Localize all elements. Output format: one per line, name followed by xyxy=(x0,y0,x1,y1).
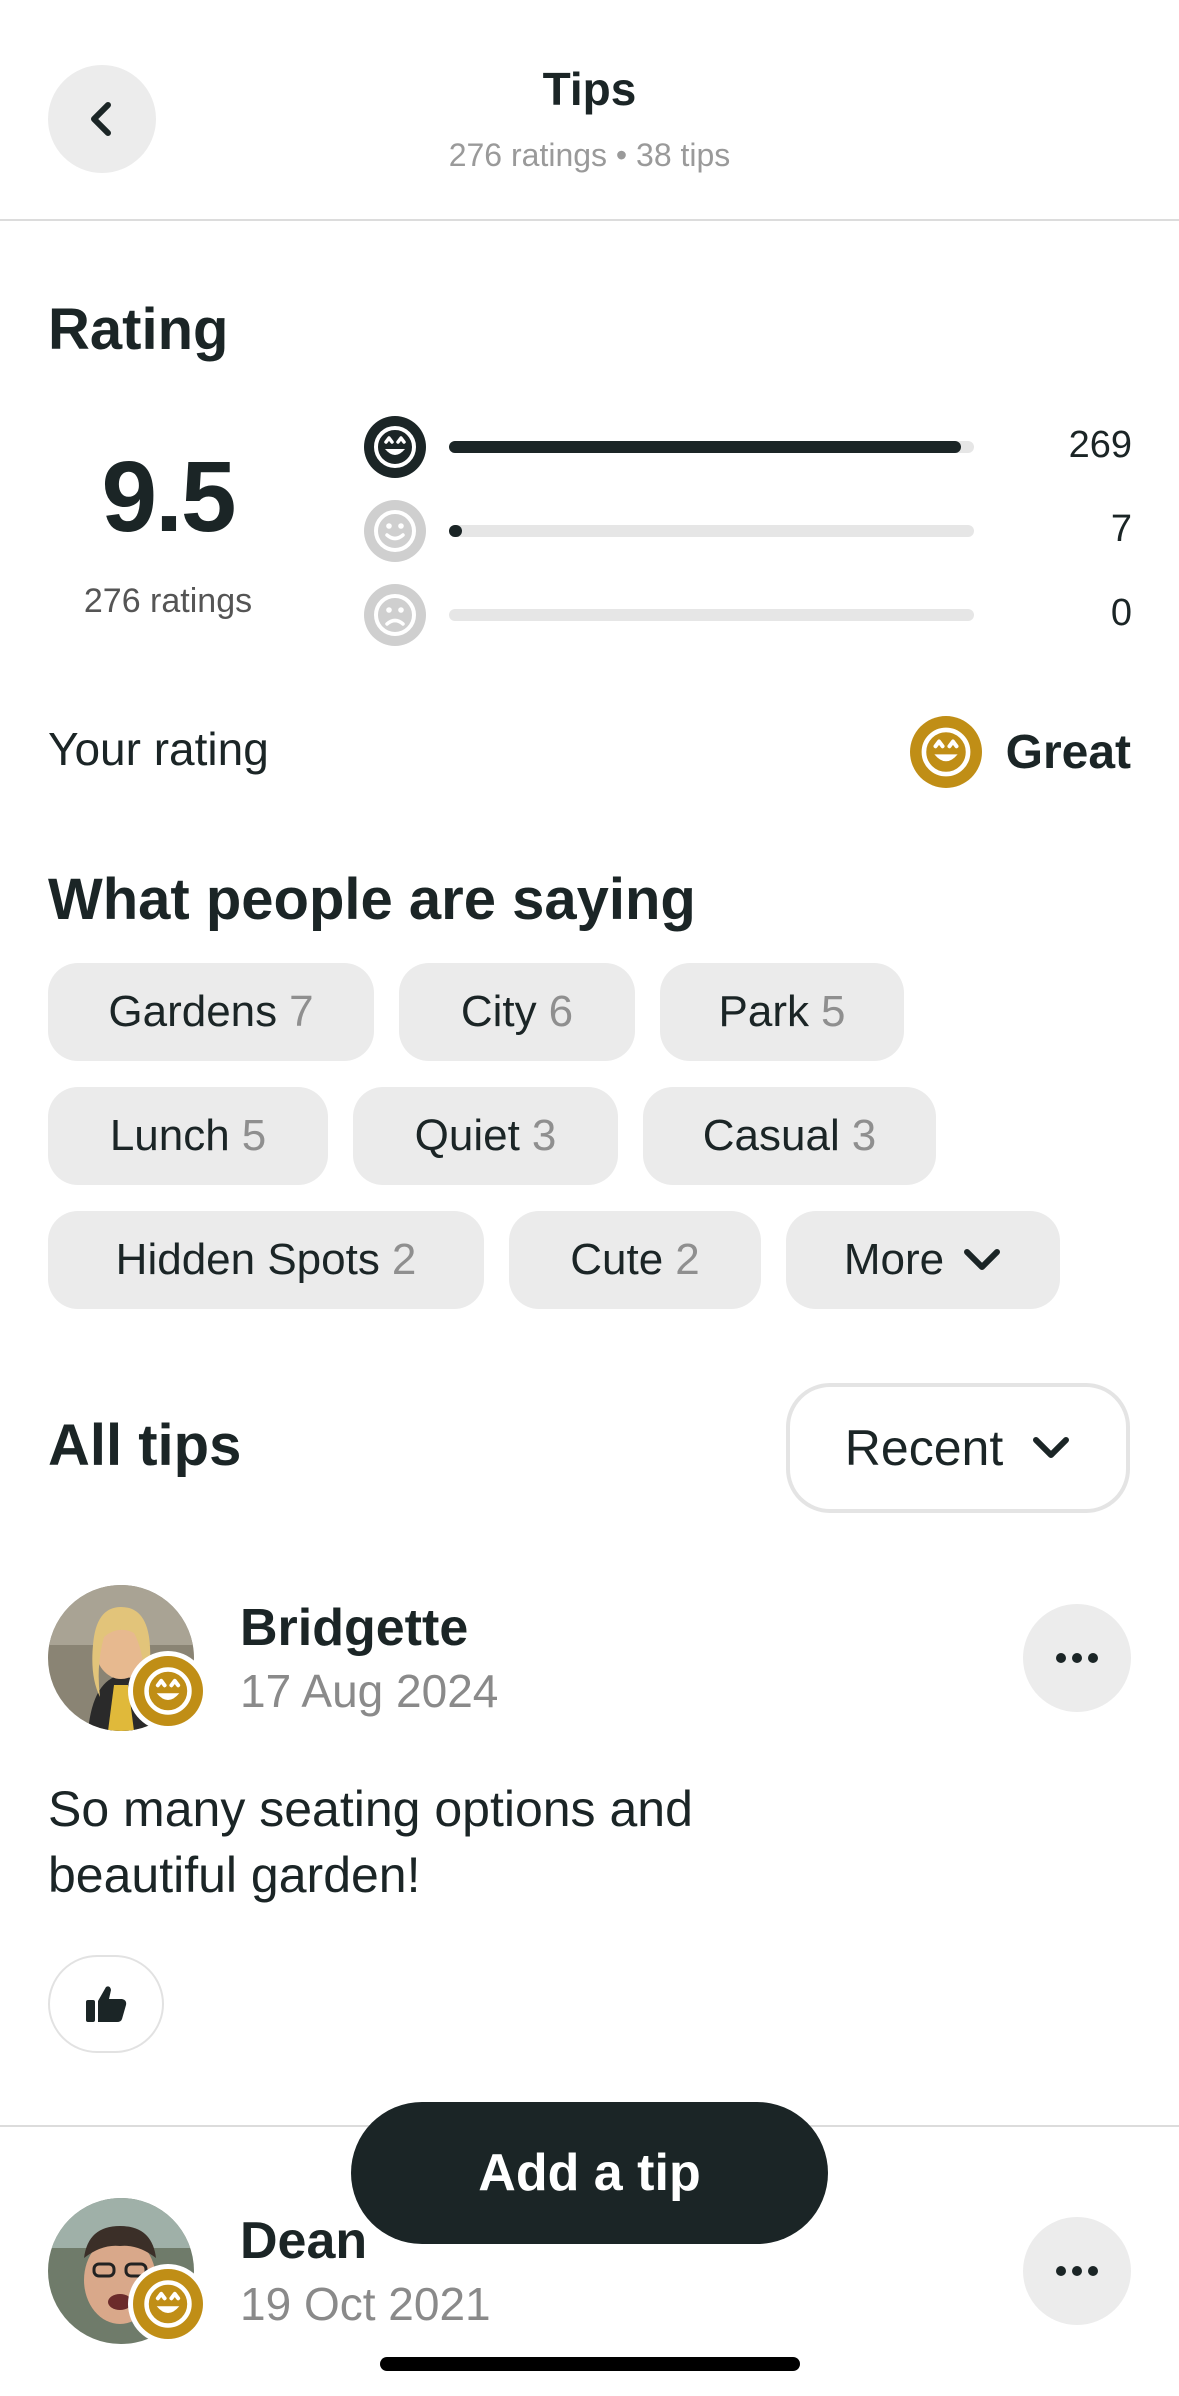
rating-bar-fill xyxy=(449,525,463,537)
chip-casual[interactable]: Casual 3 xyxy=(643,1087,936,1185)
chip-cute[interactable]: Cute 2 xyxy=(509,1211,761,1309)
avatar-rating-badge xyxy=(128,1651,208,1731)
rating-count-great: 269 xyxy=(1068,424,1132,466)
tip-date: 19 Oct 2021 xyxy=(240,2278,491,2330)
chip-count: 2 xyxy=(391,1235,417,1284)
chip-label: Casual xyxy=(702,1111,840,1160)
rating-row-great: 269 xyxy=(364,416,1132,478)
chip-city[interactable]: City 6 xyxy=(399,963,635,1061)
chip-hidden-spots[interactable]: Hidden Spots 2 xyxy=(48,1211,484,1309)
tip-text: So many seating options and beautiful ga… xyxy=(48,1781,693,1903)
chip-label: Gardens xyxy=(108,987,278,1036)
add-tip-button[interactable]: Add a tip xyxy=(351,2102,828,2244)
home-indicator[interactable] xyxy=(380,2357,800,2371)
page-title: Tips xyxy=(542,63,637,115)
your-rating-value[interactable]: Great xyxy=(909,716,1131,788)
more-horizontal-icon xyxy=(1056,2266,1098,2276)
your-rating-text: Great xyxy=(1005,725,1131,779)
chip-count: 6 xyxy=(548,987,574,1036)
great-face-icon xyxy=(133,1656,203,1726)
chip-count: 3 xyxy=(531,1111,557,1160)
okay-face-icon xyxy=(364,500,426,562)
page-subtitle: 276 ratings • 38 tips xyxy=(448,137,731,173)
chip-label: Hidden Spots xyxy=(115,1235,380,1284)
tip-more-button[interactable] xyxy=(1023,2217,1131,2325)
chip-count: 5 xyxy=(241,1111,267,1160)
rating-row-okay: 7 xyxy=(364,500,1132,562)
tip-date: 17 Aug 2024 xyxy=(240,1665,499,1717)
ratings-count: 276 ratings xyxy=(83,582,253,620)
tip-author-name[interactable]: Bridgette xyxy=(240,1598,468,1658)
tip-author-name[interactable]: Dean xyxy=(240,2211,367,2271)
chip-label: Cute xyxy=(570,1235,664,1284)
rating-row-bad: 0 xyxy=(364,584,1132,646)
saying-section-title: What people are saying xyxy=(48,867,696,932)
sort-dropdown[interactable]: Recent xyxy=(786,1383,1130,1513)
bad-face-icon xyxy=(364,584,426,646)
great-face-icon xyxy=(133,2269,203,2339)
chip-label: Park xyxy=(718,987,809,1036)
chip-gardens[interactable]: Gardens 7 xyxy=(48,963,374,1061)
more-chips-button[interactable]: More xyxy=(786,1211,1060,1309)
more-horizontal-icon xyxy=(1056,1653,1098,1663)
rating-bar-track xyxy=(449,609,974,621)
chip-label: Lunch xyxy=(109,1111,230,1160)
chevron-down-icon xyxy=(1033,1437,1070,1458)
rating-section-title: Rating xyxy=(48,297,229,362)
chip-label: Quiet xyxy=(414,1111,520,1160)
chip-lunch[interactable]: Lunch 5 xyxy=(48,1087,328,1185)
chip-label: City xyxy=(460,987,537,1036)
avatar-rating-badge xyxy=(128,2264,208,2344)
sort-label: Recent xyxy=(844,1420,1004,1476)
your-rating-label: Your rating xyxy=(48,723,269,775)
rating-bar-track xyxy=(449,525,974,537)
chip-count: 2 xyxy=(675,1235,700,1284)
rating-bar-fill xyxy=(449,441,961,453)
like-button[interactable] xyxy=(48,1955,164,2053)
rating-bar-track xyxy=(449,441,974,453)
thumbs-up-icon xyxy=(86,1986,127,2022)
header-bar: Tips 276 ratings • 38 tips xyxy=(0,0,1179,221)
tip-more-button[interactable] xyxy=(1023,1604,1131,1712)
great-face-icon xyxy=(909,716,982,788)
rating-count-okay: 7 xyxy=(1110,508,1132,550)
chevron-down-icon xyxy=(964,1249,1001,1270)
more-label: More xyxy=(843,1235,945,1284)
rating-count-bad: 0 xyxy=(1110,592,1132,634)
chip-count: 5 xyxy=(821,987,846,1036)
chip-quiet[interactable]: Quiet 3 xyxy=(353,1087,618,1185)
chip-count: 7 xyxy=(289,987,314,1036)
chip-count: 3 xyxy=(851,1111,877,1160)
all-tips-title: All tips xyxy=(48,1413,242,1478)
great-face-icon xyxy=(364,416,426,478)
chip-park[interactable]: Park 5 xyxy=(660,963,904,1061)
average-score: 9.5 xyxy=(101,441,236,553)
